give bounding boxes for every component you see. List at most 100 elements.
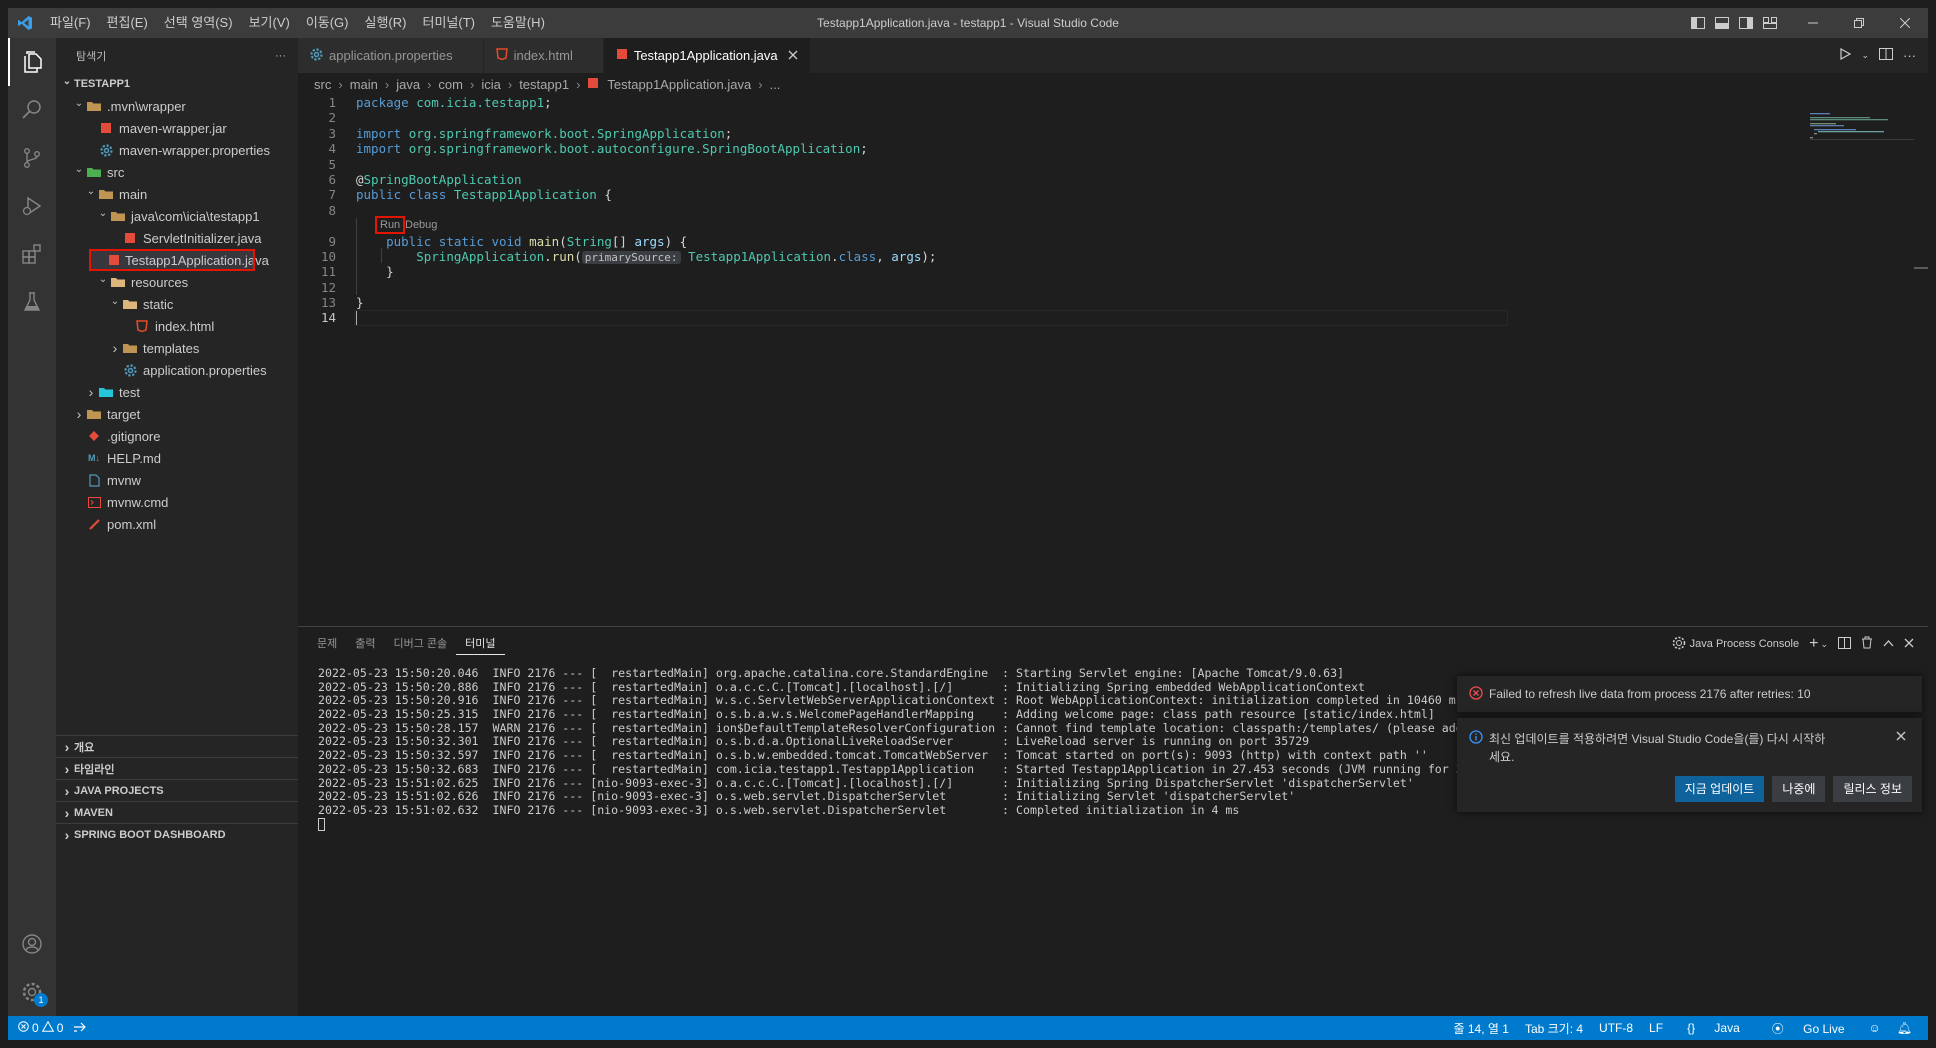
menu-item-5[interactable]: 실행(R) [357,8,415,38]
tree-item-17[interactable]: M↓ HELP.md [56,447,298,469]
section-label: 개요 [74,741,95,754]
language-mode[interactable]: {} Java [1671,1021,1756,1035]
codelens-debug-link[interactable]: Debug [405,218,437,233]
breadcrumb-item[interactable]: com [438,77,463,92]
menu-item-6[interactable]: 터미널(T) [414,8,482,38]
tree-item-2[interactable]: maven-wrapper.jar [56,117,298,139]
run-debug-icon[interactable] [8,182,56,230]
testing-icon[interactable] [8,278,56,326]
tree-item-8[interactable]: Testapp1Application.java [89,249,269,271]
maximize-panel-icon[interactable] [1883,638,1894,650]
panel-tab-2[interactable]: 디버그 콘솔 [385,627,457,661]
notifications-bell-icon[interactable]: 🔔︎ [1889,1021,1920,1035]
kill-terminal-icon[interactable] [1861,636,1873,652]
tree-item-9[interactable]: ⌄ resources [56,271,298,293]
accounts-icon[interactable] [8,920,56,968]
search-icon[interactable] [8,86,56,134]
more-actions-icon[interactable]: ··· [275,50,286,62]
section-2[interactable]: › JAVA PROJECTS [56,779,298,801]
panel-tab-0[interactable]: 문제 [308,627,346,661]
breadcrumb-item[interactable]: Testapp1Application.java [607,77,751,92]
run-dropdown-icon[interactable]: ⌄ [1861,50,1869,61]
tree-item-6[interactable]: ⌄ java\com\icia\testapp1 [56,205,298,227]
code-editor[interactable]: 1 package com.icia.testapp1; 2 3 import org.… [298,95,1858,327]
tree-item-0[interactable]: ⌄ TESTAPP1 [56,73,298,95]
section-3[interactable]: › MAVEN [56,801,298,823]
source-control-icon[interactable] [8,134,56,182]
tree-item-5[interactable]: ⌄ main [56,183,298,205]
later-button[interactable]: 나중에 [1772,776,1826,802]
tree-item-7[interactable]: ServletInitializer.java [56,227,298,249]
panel-tab-1[interactable]: 출력 [346,627,384,661]
section-4[interactable]: › SPRING BOOT DASHBOARD [56,823,298,845]
tree-item-19[interactable]: mvnw.cmd [56,491,298,513]
tree-item-20[interactable]: pom.xml [56,513,298,535]
split-terminal-icon[interactable] [1838,636,1851,652]
code-token: ; [860,141,868,157]
close-tab-icon[interactable] [788,48,798,63]
minimap[interactable] [1810,111,1914,151]
tree-item-16[interactable]: .gitignore [56,425,298,447]
toggle-panel-icon[interactable] [1710,8,1734,38]
codelens-run-link[interactable]: Run [375,216,406,235]
menu-item-3[interactable]: 보기(V) [241,8,298,38]
folder-icon [86,98,102,114]
menu-item-0[interactable]: 파일(F) [42,8,99,38]
tree-item-4[interactable]: ⌄ src [56,161,298,183]
end-of-line[interactable]: LF [1641,1021,1671,1035]
customize-layout-icon[interactable] [1758,8,1782,38]
editor-tab-0[interactable]: application.properties [298,38,484,73]
restore-icon[interactable] [1836,8,1882,38]
breadcrumb-item[interactable]: java [396,77,420,92]
breadcrumb-item[interactable]: icia [481,77,501,92]
cursor-position[interactable]: 줄 14, 열 1 [1445,1020,1516,1037]
menu-item-1[interactable]: 편집(E) [99,8,156,38]
breadcrumb-item[interactable]: ... [770,77,781,92]
manage-gear-icon[interactable]: 1 [8,968,56,1016]
release-notes-button[interactable]: 릴리스 정보 [1833,776,1912,802]
section-1[interactable]: › 타임라인 [56,757,298,779]
editor-more-icon[interactable]: ··· [1903,48,1916,63]
feedback-icon[interactable]: ☺ [1861,1021,1889,1035]
console-name[interactable]: Java Process Console [1690,638,1799,650]
breadcrumb: src › main › java › com › icia › testapp1 › Testapp1… [298,73,1928,95]
tree-item-1[interactable]: ⌄ .mvn\wrapper [56,95,298,117]
tree-item-10[interactable]: ⌄ static [56,293,298,315]
panel-tab-3[interactable]: 터미널 [456,634,505,655]
menu-item-4[interactable]: 이동(G) [298,8,357,38]
new-terminal-icon[interactable]: + [1809,635,1818,653]
tab-size[interactable]: Tab 크기: 4 [1517,1020,1591,1037]
menu-item-2[interactable]: 선택 영역(S) [156,8,241,38]
tree-item-11[interactable]: index.html [56,315,298,337]
breadcrumb-item[interactable]: src [314,77,331,92]
minimize-icon[interactable] [1790,8,1836,38]
extensions-icon[interactable] [8,230,56,278]
editor-tab-2[interactable]: Testapp1Application.java [603,38,811,73]
run-java-icon[interactable] [1839,47,1852,63]
tree-item-3[interactable]: maven-wrapper.properties [56,139,298,161]
update-now-button[interactable]: 지금 업데이트 [1674,776,1765,802]
tree-item-14[interactable]: › test [56,381,298,403]
section-0[interactable]: › 개요 [56,735,298,757]
explorer-icon[interactable] [8,38,56,86]
tree-item-18[interactable]: mvnw [56,469,298,491]
breadcrumb-item[interactable]: main [350,77,378,92]
split-editor-icon[interactable] [1879,48,1893,63]
tree-item-12[interactable]: › templates [56,337,298,359]
editor-tab-1[interactable]: index.html [483,38,604,73]
terminal-dropdown-icon[interactable]: ⌄ [1820,639,1828,650]
menu-item-7[interactable]: 도움말(H) [483,8,553,38]
go-live-button[interactable]: ⦿ Go Live [1756,1020,1861,1037]
close-window-icon[interactable] [1882,8,1928,38]
toggle-primary-sidebar-icon[interactable] [1686,8,1710,38]
live-share-icon[interactable] [73,1021,87,1036]
close-panel-icon[interactable] [1904,638,1914,651]
problems-indicator[interactable]: 0 0 [18,1020,63,1035]
toggle-secondary-sidebar-icon[interactable] [1734,8,1758,38]
tree-item-15[interactable]: › target [56,403,298,425]
tree-item-13[interactable]: application.properties [56,359,298,381]
encoding[interactable]: UTF-8 [1591,1021,1641,1035]
close-notification-icon[interactable] [1896,730,1906,744]
breadcrumb-item[interactable]: testapp1 [519,77,569,92]
editor-scrollbar[interactable] [1914,95,1928,626]
